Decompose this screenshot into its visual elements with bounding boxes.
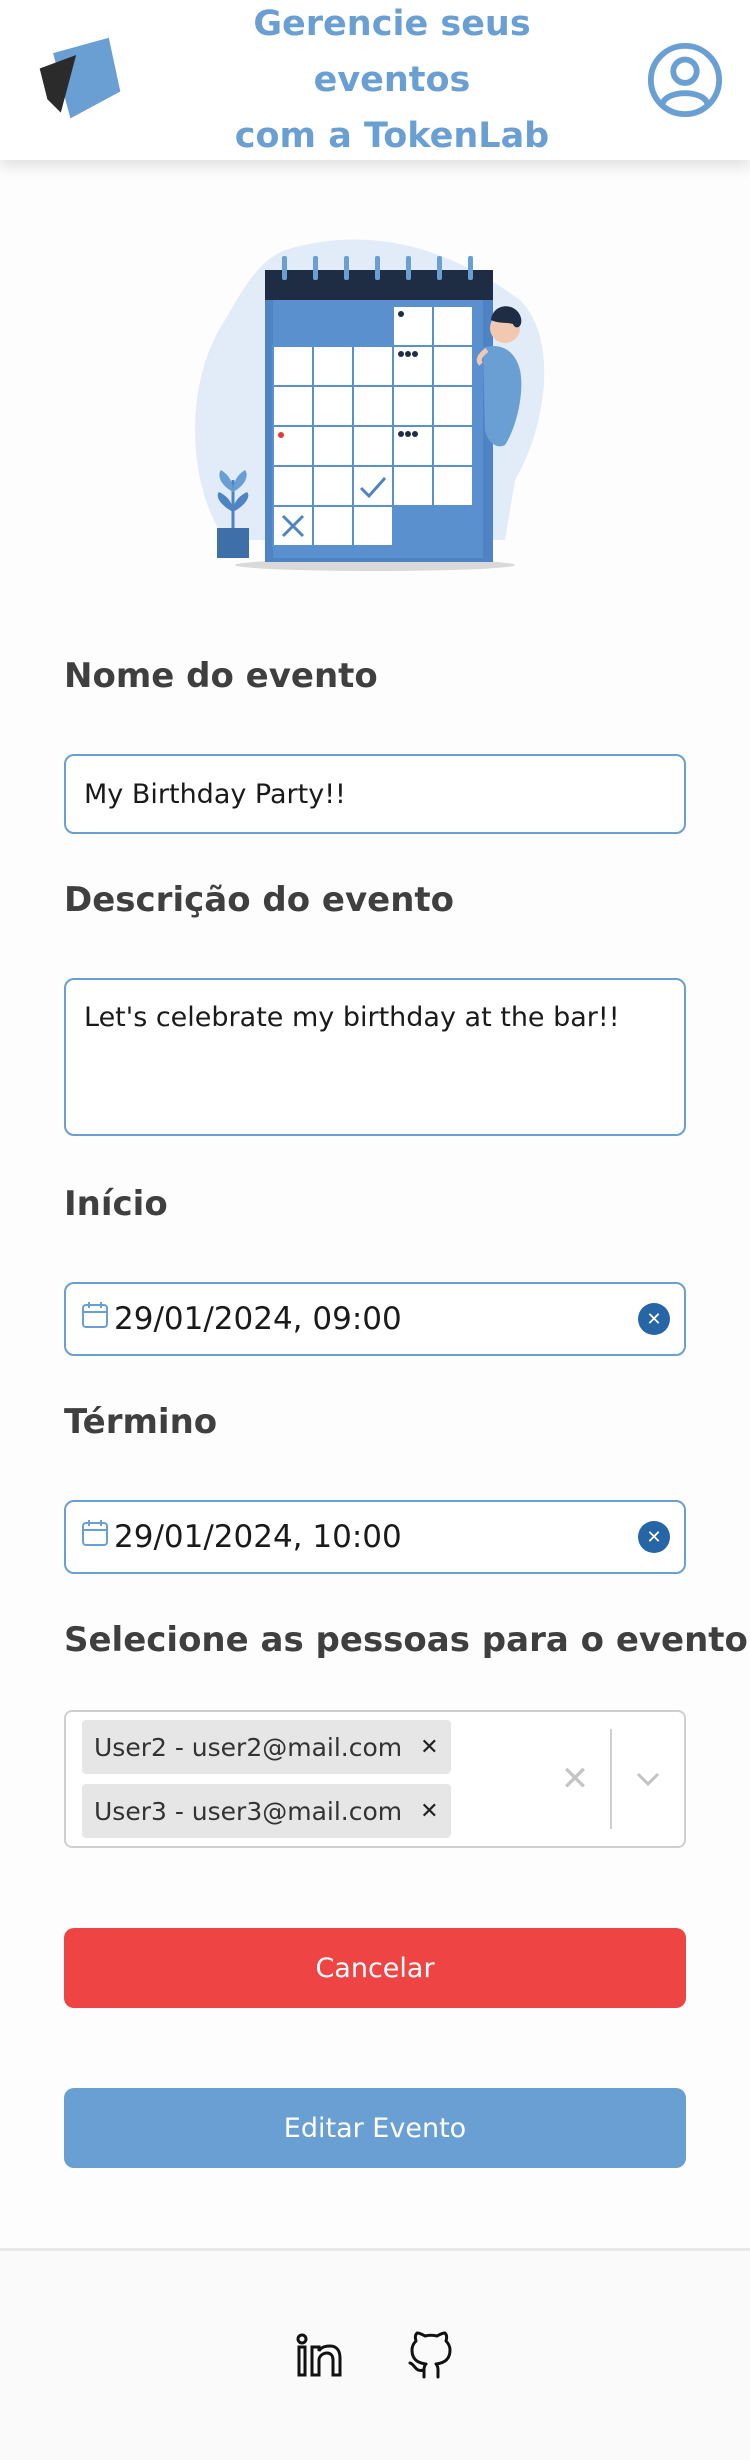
selected-person-label: User2 - user2@mail.com bbox=[94, 1732, 403, 1762]
calendar-icon bbox=[82, 1302, 108, 1328]
hero-illustration bbox=[0, 230, 750, 580]
header-title-line1: Gerencie seus eventos bbox=[253, 4, 531, 100]
clear-icon: ✕ bbox=[646, 1526, 662, 1548]
event-name-label: Nome do evento bbox=[64, 656, 378, 696]
start-date-clear-button[interactable]: ✕ bbox=[638, 1303, 670, 1335]
selected-person-label: User3 - user3@mail.com bbox=[94, 1796, 403, 1826]
multiselect-dropdown-toggle[interactable] bbox=[612, 1769, 684, 1789]
github-icon[interactable] bbox=[405, 2330, 457, 2382]
clear-icon: ✕ bbox=[646, 1308, 662, 1330]
end-date-value: 29/01/2024, 10:00 bbox=[114, 1519, 402, 1555]
chevron-down-icon bbox=[636, 1772, 660, 1787]
calendar-illustration bbox=[195, 239, 545, 571]
remove-person-button[interactable]: ✕ bbox=[420, 1799, 438, 1824]
start-date-value: 29/01/2024, 09:00 bbox=[114, 1301, 402, 1337]
selected-person-chip: User3 - user3@mail.com ✕ bbox=[82, 1784, 451, 1838]
header-title: Gerencie seus eventos com a TokenLab bbox=[172, 0, 612, 164]
people-select-label: Selecione as pessoas para o evento bbox=[64, 1620, 748, 1660]
app-header: Gerencie seus eventos com a TokenLab bbox=[0, 0, 750, 160]
selected-person-chip: User2 - user2@mail.com ✕ bbox=[82, 1720, 451, 1774]
remove-person-button[interactable]: ✕ bbox=[420, 1735, 438, 1760]
app-footer bbox=[0, 2248, 750, 2460]
clear-all-people-button[interactable]: ✕ bbox=[540, 1759, 610, 1799]
end-date-label: Término bbox=[64, 1402, 218, 1442]
start-date-picker[interactable]: 29/01/2024, 09:00 ✕ bbox=[64, 1282, 686, 1356]
calendar-icon bbox=[82, 1520, 108, 1546]
end-date-picker[interactable]: 29/01/2024, 10:00 ✕ bbox=[64, 1500, 686, 1574]
linkedin-icon[interactable] bbox=[293, 2330, 345, 2382]
selected-people-list: User2 - user2@mail.com ✕ User3 - user3@m… bbox=[66, 1712, 540, 1846]
cancel-button[interactable]: Cancelar bbox=[64, 1928, 686, 2008]
event-description-textarea[interactable]: Let's celebrate my birthday at the bar!! bbox=[64, 978, 686, 1136]
header-title-line2: com a TokenLab bbox=[234, 116, 550, 156]
event-description-label: Descrição do evento bbox=[64, 880, 455, 920]
people-multiselect[interactable]: User2 - user2@mail.com ✕ User3 - user3@m… bbox=[64, 1710, 686, 1848]
user-circle-icon[interactable] bbox=[646, 41, 724, 119]
start-date-label: Início bbox=[64, 1184, 168, 1224]
end-date-clear-button[interactable]: ✕ bbox=[638, 1521, 670, 1553]
event-name-input[interactable]: My Birthday Party!! bbox=[64, 754, 686, 834]
tokenlab-logo[interactable] bbox=[32, 32, 128, 128]
edit-event-button[interactable]: Editar Evento bbox=[64, 2088, 686, 2168]
